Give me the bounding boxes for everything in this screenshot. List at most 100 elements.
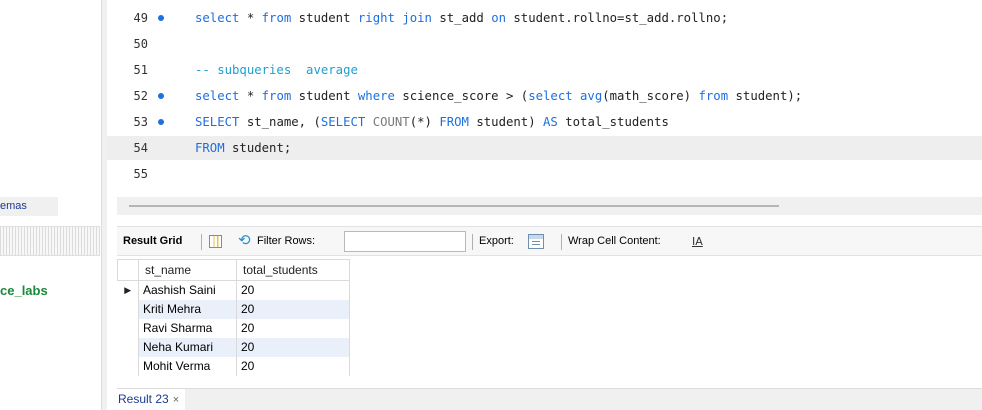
result-grid-tab[interactable]: Result Grid [123, 227, 182, 256]
statement-marker-icon [158, 119, 164, 125]
code-token: SELECT [195, 115, 240, 129]
row-marker [117, 356, 139, 376]
sql-editor[interactable]: 49 select * from student right join st_ad… [107, 0, 982, 197]
code-text: select * from student where science_scor… [195, 84, 802, 108]
row-marker-header [117, 259, 139, 281]
code-token: student [291, 89, 358, 103]
code-token: science_score > ( [394, 89, 529, 103]
code-line[interactable]: 51 -- subqueries average [107, 58, 982, 82]
line-number: 52 [133, 89, 148, 103]
code-token: select [528, 89, 573, 103]
toolbar-separator [472, 234, 473, 250]
cell-st-name[interactable]: Neha Kumari [138, 337, 237, 357]
export-label: Export: [479, 235, 514, 247]
line-number: 51 [133, 63, 148, 77]
table-row[interactable]: ▶ Aashish Saini 20 [117, 280, 350, 300]
sidebar-search-area [0, 226, 100, 256]
code-token: st_add [431, 11, 492, 25]
code-token: SELECT [320, 115, 366, 129]
row-marker [117, 299, 139, 319]
cell-total-students[interactable]: 20 [236, 337, 350, 357]
column-header-total-students[interactable]: total_students [236, 259, 350, 281]
cell-total-students[interactable]: 20 [236, 318, 350, 338]
statement-marker-icon [158, 93, 164, 99]
toolbar-separator [201, 234, 202, 250]
result-tab-label: Result 23 [118, 392, 169, 406]
cell-total-students[interactable]: 20 [236, 356, 350, 376]
code-line[interactable]: 49 select * from student right join st_ad… [107, 6, 982, 30]
code-token: select [195, 11, 240, 25]
code-token: student) [468, 115, 544, 129]
code-token: select [195, 89, 240, 103]
code-line[interactable]: 52 select * from student where science_sc… [107, 84, 982, 108]
result-tab[interactable]: Result 23 × [117, 389, 186, 410]
table-header-row: st_name total_students [117, 259, 350, 281]
code-token: student.rollno=st_add.rollno; [506, 11, 729, 25]
code-token: student [291, 11, 358, 25]
cell-st-name[interactable]: Mohit Verma [138, 356, 237, 376]
code-token: * [239, 89, 262, 103]
code-line[interactable]: 50 [107, 32, 982, 56]
table-row[interactable]: Neha Kumari 20 [117, 337, 350, 357]
statement-marker-icon [158, 15, 164, 21]
code-text: select * from student right join st_add … [195, 6, 728, 30]
code-token: AS [543, 115, 558, 129]
code-token: avg [580, 89, 603, 103]
table-row[interactable]: Ravi Sharma 20 [117, 318, 350, 338]
code-line[interactable]: 55 [107, 162, 982, 186]
row-marker: ▶ [117, 280, 139, 300]
code-token: student); [728, 89, 803, 103]
table-row[interactable]: Kriti Mehra 20 [117, 299, 350, 319]
column-header-st-name[interactable]: st_name [138, 259, 237, 281]
code-token: FROM [439, 115, 469, 129]
line-number: 55 [133, 167, 148, 181]
code-token: FROM [195, 141, 225, 155]
scrollbar-thumb[interactable] [129, 205, 779, 207]
code-token: right join [357, 11, 432, 25]
code-token: on [491, 11, 506, 25]
result-toolbar: Result Grid ⟲ Filter Rows: Export: Wrap … [117, 226, 982, 256]
code-token: -- subqueries average [195, 63, 358, 77]
code-token: COUNT [372, 115, 410, 129]
code-text: -- subqueries average [195, 58, 358, 82]
grid-view-icon[interactable] [209, 235, 222, 248]
code-token: where [357, 89, 395, 103]
cell-st-name[interactable]: Ravi Sharma [138, 318, 237, 338]
wrap-cell-content-label: Wrap Cell Content: [568, 235, 661, 247]
line-number: 50 [133, 37, 148, 51]
editor-horizontal-scrollbar[interactable] [117, 197, 982, 215]
code-text: FROM student; [195, 136, 291, 160]
filter-refresh-icon: ⟲ [238, 232, 251, 249]
export-icon[interactable] [528, 234, 544, 249]
schema-sidebar: emas ce_labs [0, 0, 100, 410]
schema-item[interactable]: ce_labs [0, 283, 100, 298]
code-text: SELECT st_name, (SELECT COUNT(*) FROM st… [195, 110, 669, 134]
code-token: from [261, 11, 292, 25]
line-number: 54 [133, 141, 148, 155]
close-icon[interactable]: × [173, 394, 179, 406]
code-line[interactable]: 54 FROM student; [107, 136, 982, 160]
table-row[interactable]: Mohit Verma 20 [117, 356, 350, 376]
code-token: student; [224, 141, 292, 155]
cell-total-students[interactable]: 20 [236, 299, 350, 319]
cell-st-name[interactable]: Aashish Saini [138, 280, 237, 300]
code-token: (*) [409, 115, 440, 129]
code-token: st_name, ( [239, 115, 321, 129]
schemas-tab[interactable]: emas [0, 197, 58, 216]
code-token: from [698, 89, 729, 103]
cell-st-name[interactable]: Kriti Mehra [138, 299, 237, 319]
row-marker [117, 337, 139, 357]
filter-rows-label: Filter Rows: [257, 235, 316, 247]
result-grid: st_name total_students ▶ Aashish Saini 20 K… [117, 259, 350, 376]
code-token: (math_score) [602, 89, 699, 103]
code-token: * [239, 11, 262, 25]
wrap-cell-content-icon[interactable]: IA [692, 233, 703, 250]
cell-total-students[interactable]: 20 [236, 280, 350, 300]
result-table: st_name total_students ▶ Aashish Saini 20 K… [117, 259, 350, 376]
filter-rows-input[interactable] [344, 231, 466, 252]
row-marker [117, 318, 139, 338]
code-line[interactable]: 53 SELECT st_name, (SELECT COUNT(*) FROM … [107, 110, 982, 134]
code-token: from [261, 89, 292, 103]
